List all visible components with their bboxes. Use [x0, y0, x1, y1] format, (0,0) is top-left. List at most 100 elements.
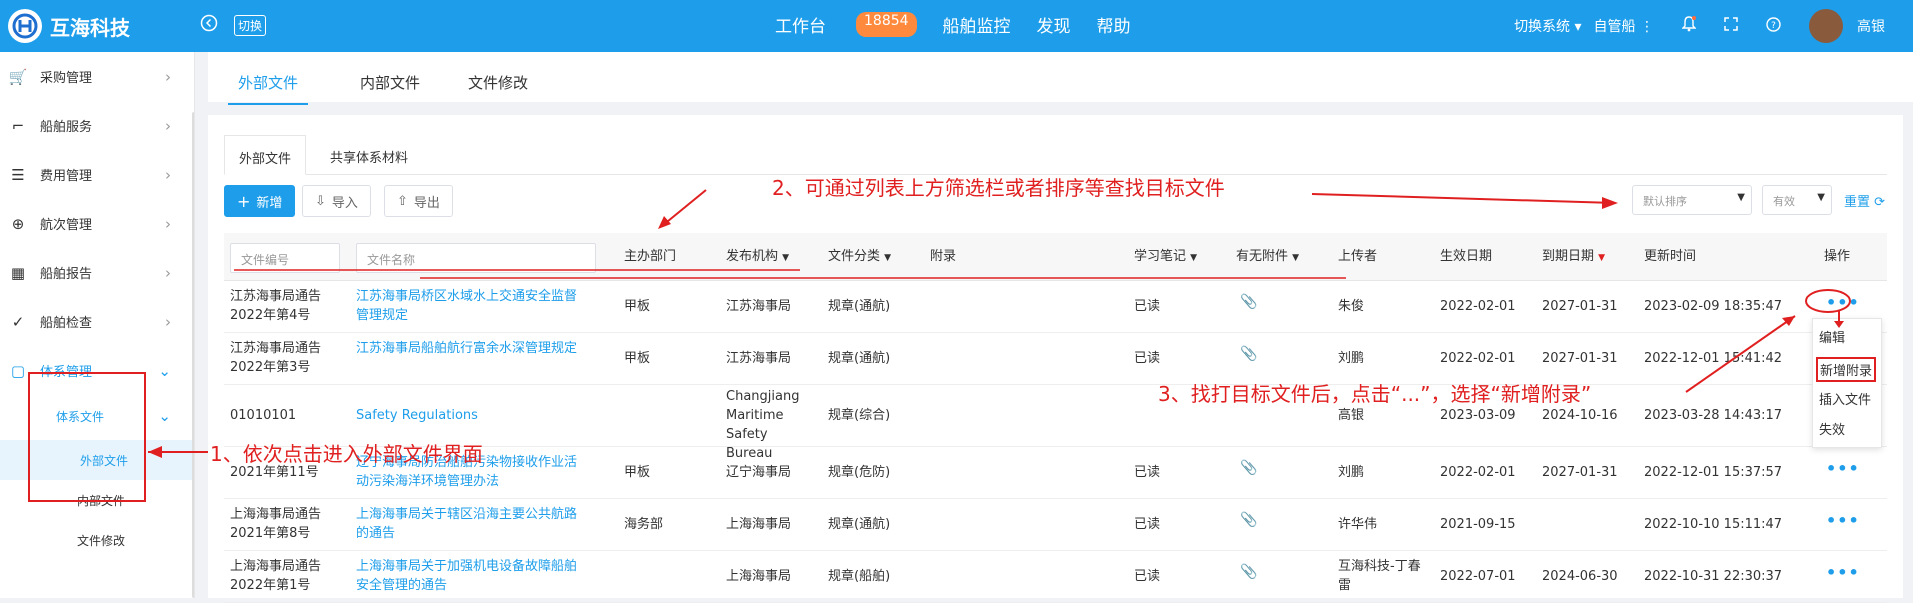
col-attachment[interactable]: 有无附件 ▼	[1236, 233, 1299, 281]
switch-button[interactable]: 切换	[234, 15, 267, 36]
top-right-area: 切换系统 ▾ 自管船 ⋮ ? 高银	[1514, 0, 1913, 52]
col-expiry-date[interactable]: 到期日期 ▼	[1542, 233, 1605, 281]
cell-updated-time: 2022-12-01 15:37:57	[1644, 465, 1783, 480]
cell-file-name[interactable]: 江苏海事局船舶航行富余水深管理规定	[356, 339, 588, 358]
chevron-right-icon: ›	[165, 312, 171, 331]
col-study-notes[interactable]: 学习笔记 ▼	[1134, 233, 1197, 281]
refresh-icon: ⟳	[1874, 195, 1886, 210]
file-name-filter-input[interactable]: 文件名称	[356, 243, 596, 273]
more-actions-icon[interactable]: •••	[1826, 511, 1860, 530]
chevron-right-icon: ›	[165, 67, 171, 86]
fullscreen-icon[interactable]	[1724, 17, 1738, 35]
more-actions-icon[interactable]: •••	[1826, 459, 1860, 478]
cell-updated-time: 2022-12-01 15:41:42	[1644, 351, 1783, 366]
sidebar-item-expense[interactable]: ☰ 费用管理 ›	[0, 150, 194, 199]
chevron-down-icon: ⌄	[158, 407, 171, 425]
cell-study-notes: 已读	[1134, 351, 1161, 366]
menu-item-add-appendix[interactable]: 新增附录	[1816, 357, 1877, 382]
sidebar-item-label: 采购管理	[40, 71, 93, 86]
top-nav: 工作台 18854 船舶监控 发现 帮助	[775, 12, 1157, 37]
logo[interactable]: 互海科技	[8, 9, 130, 43]
sidebar-item-ship-inspection[interactable]: ✓ 船舶检查 ›	[0, 297, 194, 346]
cell-file-name[interactable]: Safety Regulations	[356, 406, 478, 425]
tab-external-files[interactable]: 外部文件	[228, 72, 309, 105]
user-name[interactable]: 高银	[1857, 16, 1885, 36]
subtab-external-files[interactable]: 外部文件	[224, 135, 307, 175]
paperclip-icon[interactable]: 📎	[1240, 511, 1257, 530]
svg-text:?: ?	[1771, 21, 1776, 31]
sidebar-item-ship-service[interactable]: ⌐ 船舶服务 ›	[0, 101, 194, 150]
more-actions-icon[interactable]: •••	[1826, 293, 1860, 312]
chevron-right-icon: ›	[165, 165, 171, 184]
own-ship-menu[interactable]: 自管船 ⋮	[1594, 16, 1654, 36]
cell-uploader: 刘鹏	[1338, 465, 1365, 480]
avatar[interactable]	[1809, 9, 1843, 43]
export-button[interactable]: ⇧ 导出	[384, 185, 453, 217]
top-bar: 互海科技 切换 工作台 18854 船舶监控 发现 帮助 切换系统 ▾ 自管船 …	[0, 0, 1913, 52]
cell-dept: 甲板	[624, 465, 651, 480]
collapse-menu-icon[interactable]	[200, 14, 218, 36]
cell-category: 规章(综合)	[828, 408, 891, 423]
caret-down-icon: ▼	[1817, 192, 1825, 203]
cell-expiry-date: 2024-10-16	[1542, 408, 1618, 423]
paperclip-icon[interactable]: 📎	[1240, 563, 1257, 582]
cell-org: 辽宁海事局	[726, 465, 792, 480]
tab-file-modify[interactable]: 文件修改	[468, 72, 528, 93]
bell-icon[interactable]	[1681, 16, 1697, 36]
cell-study-notes: 已读	[1134, 517, 1161, 532]
sidebar-item-ship-report[interactable]: ▦ 船舶报告 ›	[0, 248, 194, 297]
cell-file-name[interactable]: 上海海事局关于加强机电设备故障船舶安全管理的通告	[356, 557, 588, 595]
menu-item-invalidate[interactable]: 失效	[1819, 419, 1845, 438]
table-row: 江苏海事局通告2022年第3号 江苏海事局船舶航行富余水深管理规定 甲板 江苏海…	[224, 333, 1887, 385]
add-button[interactable]: + 新增	[224, 185, 296, 217]
col-category[interactable]: 文件分类 ▼	[828, 233, 891, 281]
status-select[interactable]: 有效 ▼	[1762, 185, 1832, 215]
tab-internal-files[interactable]: 内部文件	[360, 72, 420, 93]
sidebar-item-label: 船舶报告	[40, 267, 93, 282]
sidebar-item-voyage[interactable]: ⊕ 航次管理 ›	[0, 199, 194, 248]
paint-roller-icon: ⌐	[11, 116, 25, 135]
annotation-highlight-sidebar	[28, 372, 146, 502]
nav-discover[interactable]: 发现	[1037, 12, 1071, 37]
sort-select[interactable]: 默认排序 ▼	[1632, 185, 1752, 215]
reset-button[interactable]: 重置 ⟳	[1844, 191, 1885, 210]
cell-category: 规章(通航)	[828, 299, 891, 314]
caret-down-icon: ▼	[1190, 253, 1198, 263]
table-row: 上海海事局通告2022年第1号 上海海事局关于加强机电设备故障船舶安全管理的通告…	[224, 551, 1887, 603]
cell-updated-time: 2023-02-09 18:35:47	[1644, 299, 1783, 314]
cart-icon: 🛒	[8, 67, 28, 86]
logo-text: 互海科技	[50, 15, 130, 40]
subtab-shared-materials[interactable]: 共享体系材料	[316, 135, 422, 175]
col-org[interactable]: 发布机构 ▼	[726, 233, 789, 281]
row-action-menu: 编辑 新增附录 插入文件 失效	[1812, 318, 1882, 448]
sidebar-scrollbar[interactable]	[192, 112, 194, 598]
cell-file-name[interactable]: 江苏海事局桥区水域水上交通安全监督管理规定	[356, 287, 588, 325]
sidebar-sub-item-file-modify[interactable]: 文件修改	[0, 520, 194, 560]
paperclip-icon[interactable]: 📎	[1240, 459, 1257, 478]
table-header: 文件编号 文件名称 主办部门 发布机构 ▼ 文件分类 ▼ 附录 学习笔记 ▼ 有…	[224, 233, 1887, 281]
sidebar-item-purchase[interactable]: 🛒 采购管理 ›	[0, 52, 194, 101]
cell-category: 规章(船舶)	[828, 569, 891, 584]
nav-ship-monitor[interactable]: 船舶监控	[943, 12, 1011, 37]
cell-file-name[interactable]: 上海海事局关于辖区沿海主要公共航路的通告	[356, 505, 588, 543]
paperclip-icon[interactable]: 📎	[1240, 293, 1257, 312]
cell-expiry-date: 2027-01-31	[1542, 299, 1618, 314]
menu-item-edit[interactable]: 编辑	[1819, 327, 1845, 346]
file-no-filter-input[interactable]: 文件编号	[230, 243, 340, 273]
cell-org: 上海海事局	[726, 517, 792, 532]
cell-expiry-date: 2027-01-31	[1542, 465, 1618, 480]
paperclip-icon[interactable]: 📎	[1240, 345, 1257, 364]
more-actions-icon[interactable]: •••	[1826, 563, 1860, 582]
menu-item-insert-file[interactable]: 插入文件	[1819, 389, 1871, 408]
caret-down-icon: ▼	[884, 253, 892, 263]
nav-help[interactable]: 帮助	[1097, 12, 1131, 37]
caret-down-icon: ▼	[782, 253, 790, 263]
import-button[interactable]: ⇩ 导入	[302, 185, 371, 217]
switch-system-menu[interactable]: 切换系统 ▾	[1514, 16, 1581, 36]
cell-dept: 甲板	[624, 299, 651, 314]
nav-workbench[interactable]: 工作台	[775, 12, 852, 37]
cell-category: 规章(危防)	[828, 465, 891, 480]
sidebar-item-label: 船舶检查	[40, 316, 93, 331]
chevron-right-icon: ›	[165, 214, 171, 233]
help-icon[interactable]: ?	[1766, 16, 1781, 36]
